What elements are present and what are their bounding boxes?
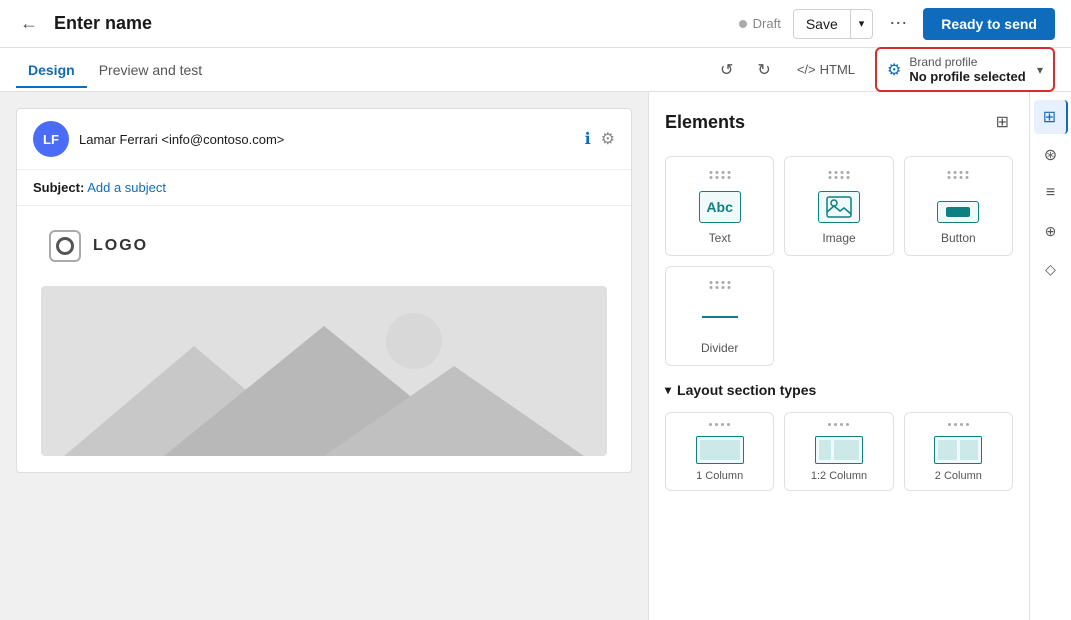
code-icon: </> [797, 62, 816, 77]
panel-header: Elements ⊞ [665, 108, 1013, 136]
layout-12col-label: 1:2 Column [811, 470, 867, 482]
brand-profile-caret-icon: ▾ [1037, 63, 1043, 77]
layout-12col-preview [815, 436, 863, 464]
subject-line: Subject: Add a subject [17, 170, 631, 206]
back-button[interactable]: ← [16, 9, 42, 38]
button-icon [937, 201, 979, 223]
email-header-icons: ℹ ⚙ [585, 129, 615, 149]
image-dots [828, 171, 849, 179]
element-button[interactable]: Button [904, 156, 1013, 256]
layout-2col-preview [934, 436, 982, 464]
brand-profile-text: Brand profile No profile selected [909, 55, 1025, 84]
far-right-accessibility-icon[interactable]: ◇ [1034, 252, 1068, 286]
layout-2col-label: 2 Column [935, 470, 982, 482]
tabbar: Design Preview and test ↺ ↻ </> HTML ⚙ B… [0, 48, 1071, 92]
panel-content: Elements ⊞ [649, 92, 1029, 507]
tab-preview[interactable]: Preview and test [87, 52, 215, 88]
tab-design[interactable]: Design [16, 52, 87, 88]
save-main-button[interactable]: Save [794, 10, 851, 38]
settings-icon[interactable]: ⚙ [601, 129, 615, 149]
divider-dots [709, 281, 730, 289]
email-body: LOGO [17, 206, 631, 456]
divider-icon [699, 301, 741, 333]
redo-button[interactable]: ↻ [751, 56, 776, 84]
layout-1col-preview [696, 436, 744, 464]
topbar-actions: Save ▾ ⋯ Ready to send [793, 8, 1055, 40]
element-divider-label: Divider [701, 341, 738, 355]
draft-dot [739, 20, 747, 28]
logo-icon [49, 230, 81, 262]
logo-section: LOGO [17, 206, 631, 286]
far-right-panel: ⊞ ⊛ ≡ ⊕ ◇ [1029, 92, 1071, 620]
layout-section-header[interactable]: ▾ Layout section types [665, 382, 1013, 398]
logo-text: LOGO [93, 237, 148, 255]
far-right-elements-icon[interactable]: ⊞ [1034, 100, 1068, 134]
panel-view-button[interactable]: ⊞ [992, 108, 1013, 136]
canvas-area: LF Lamar Ferrari <info@contoso.com> ℹ ⚙ … [0, 92, 648, 620]
element-image-inner [815, 171, 863, 223]
email-container: LF Lamar Ferrari <info@contoso.com> ℹ ⚙ … [16, 108, 632, 473]
far-right-connect-icon[interactable]: ⊛ [1034, 138, 1068, 172]
right-panel: Elements ⊞ [648, 92, 1029, 620]
text-dots [709, 171, 730, 179]
ready-to-send-button[interactable]: Ready to send [923, 8, 1055, 40]
element-text[interactable]: Abc Text [665, 156, 774, 256]
image-placeholder [41, 286, 607, 456]
html-view-button[interactable]: </> HTML [789, 58, 863, 81]
subject-value[interactable]: Add a subject [87, 180, 166, 195]
layout-2col[interactable]: 2 Column [904, 412, 1013, 491]
element-button-inner [934, 171, 982, 223]
text-icon: Abc [699, 191, 741, 223]
divider-line [702, 316, 738, 318]
topbar: ← Enter name Draft Save ▾ ⋯ Ready to sen… [0, 0, 1071, 48]
element-divider[interactable]: Divider [665, 266, 774, 366]
brand-profile-gear-icon: ⚙ [887, 60, 901, 80]
more-options-button[interactable]: ⋯ [881, 9, 915, 38]
draft-badge: Draft [739, 16, 781, 31]
undo-button[interactable]: ↺ [714, 56, 739, 84]
panel-title: Elements [665, 112, 745, 133]
layout-12col[interactable]: 1:2 Column [784, 412, 893, 491]
layout-collapse-icon: ▾ [665, 383, 671, 397]
elements-grid: Abc Text [665, 156, 1013, 366]
element-text-inner: Abc [696, 171, 744, 223]
image-icon [818, 191, 860, 223]
save-caret-button[interactable]: ▾ [851, 11, 873, 36]
tabbar-right: ↺ ↻ </> HTML ⚙ Brand profile No profile … [714, 47, 1055, 92]
element-button-label: Button [941, 231, 976, 245]
email-header: LF Lamar Ferrari <info@contoso.com> ℹ ⚙ [17, 109, 631, 170]
element-divider-inner [696, 281, 744, 333]
button-dots [948, 171, 969, 179]
layout-1col-label: 1 Column [696, 470, 743, 482]
brand-profile-selector[interactable]: ⚙ Brand profile No profile selected ▾ [875, 47, 1055, 92]
far-right-conditions-icon[interactable]: ≡ [1034, 176, 1068, 210]
avatar: LF [33, 121, 69, 157]
element-text-label: Text [709, 231, 731, 245]
layout-grid: 1 Column 1:2 Column [665, 412, 1013, 491]
info-icon[interactable]: ℹ [585, 129, 591, 149]
sender-info: Lamar Ferrari <info@contoso.com> [79, 132, 575, 147]
page-title: Enter name [54, 13, 727, 34]
element-image-label: Image [822, 231, 855, 245]
element-image[interactable]: Image [784, 156, 893, 256]
far-right-personalize-icon[interactable]: ⊕ [1034, 214, 1068, 248]
layout-1col[interactable]: 1 Column [665, 412, 774, 491]
save-button-group: Save ▾ [793, 9, 873, 39]
logo-circle [56, 237, 74, 255]
button-inner-rect [946, 207, 970, 217]
main-layout: LF Lamar Ferrari <info@contoso.com> ℹ ⚙ … [0, 92, 1071, 620]
